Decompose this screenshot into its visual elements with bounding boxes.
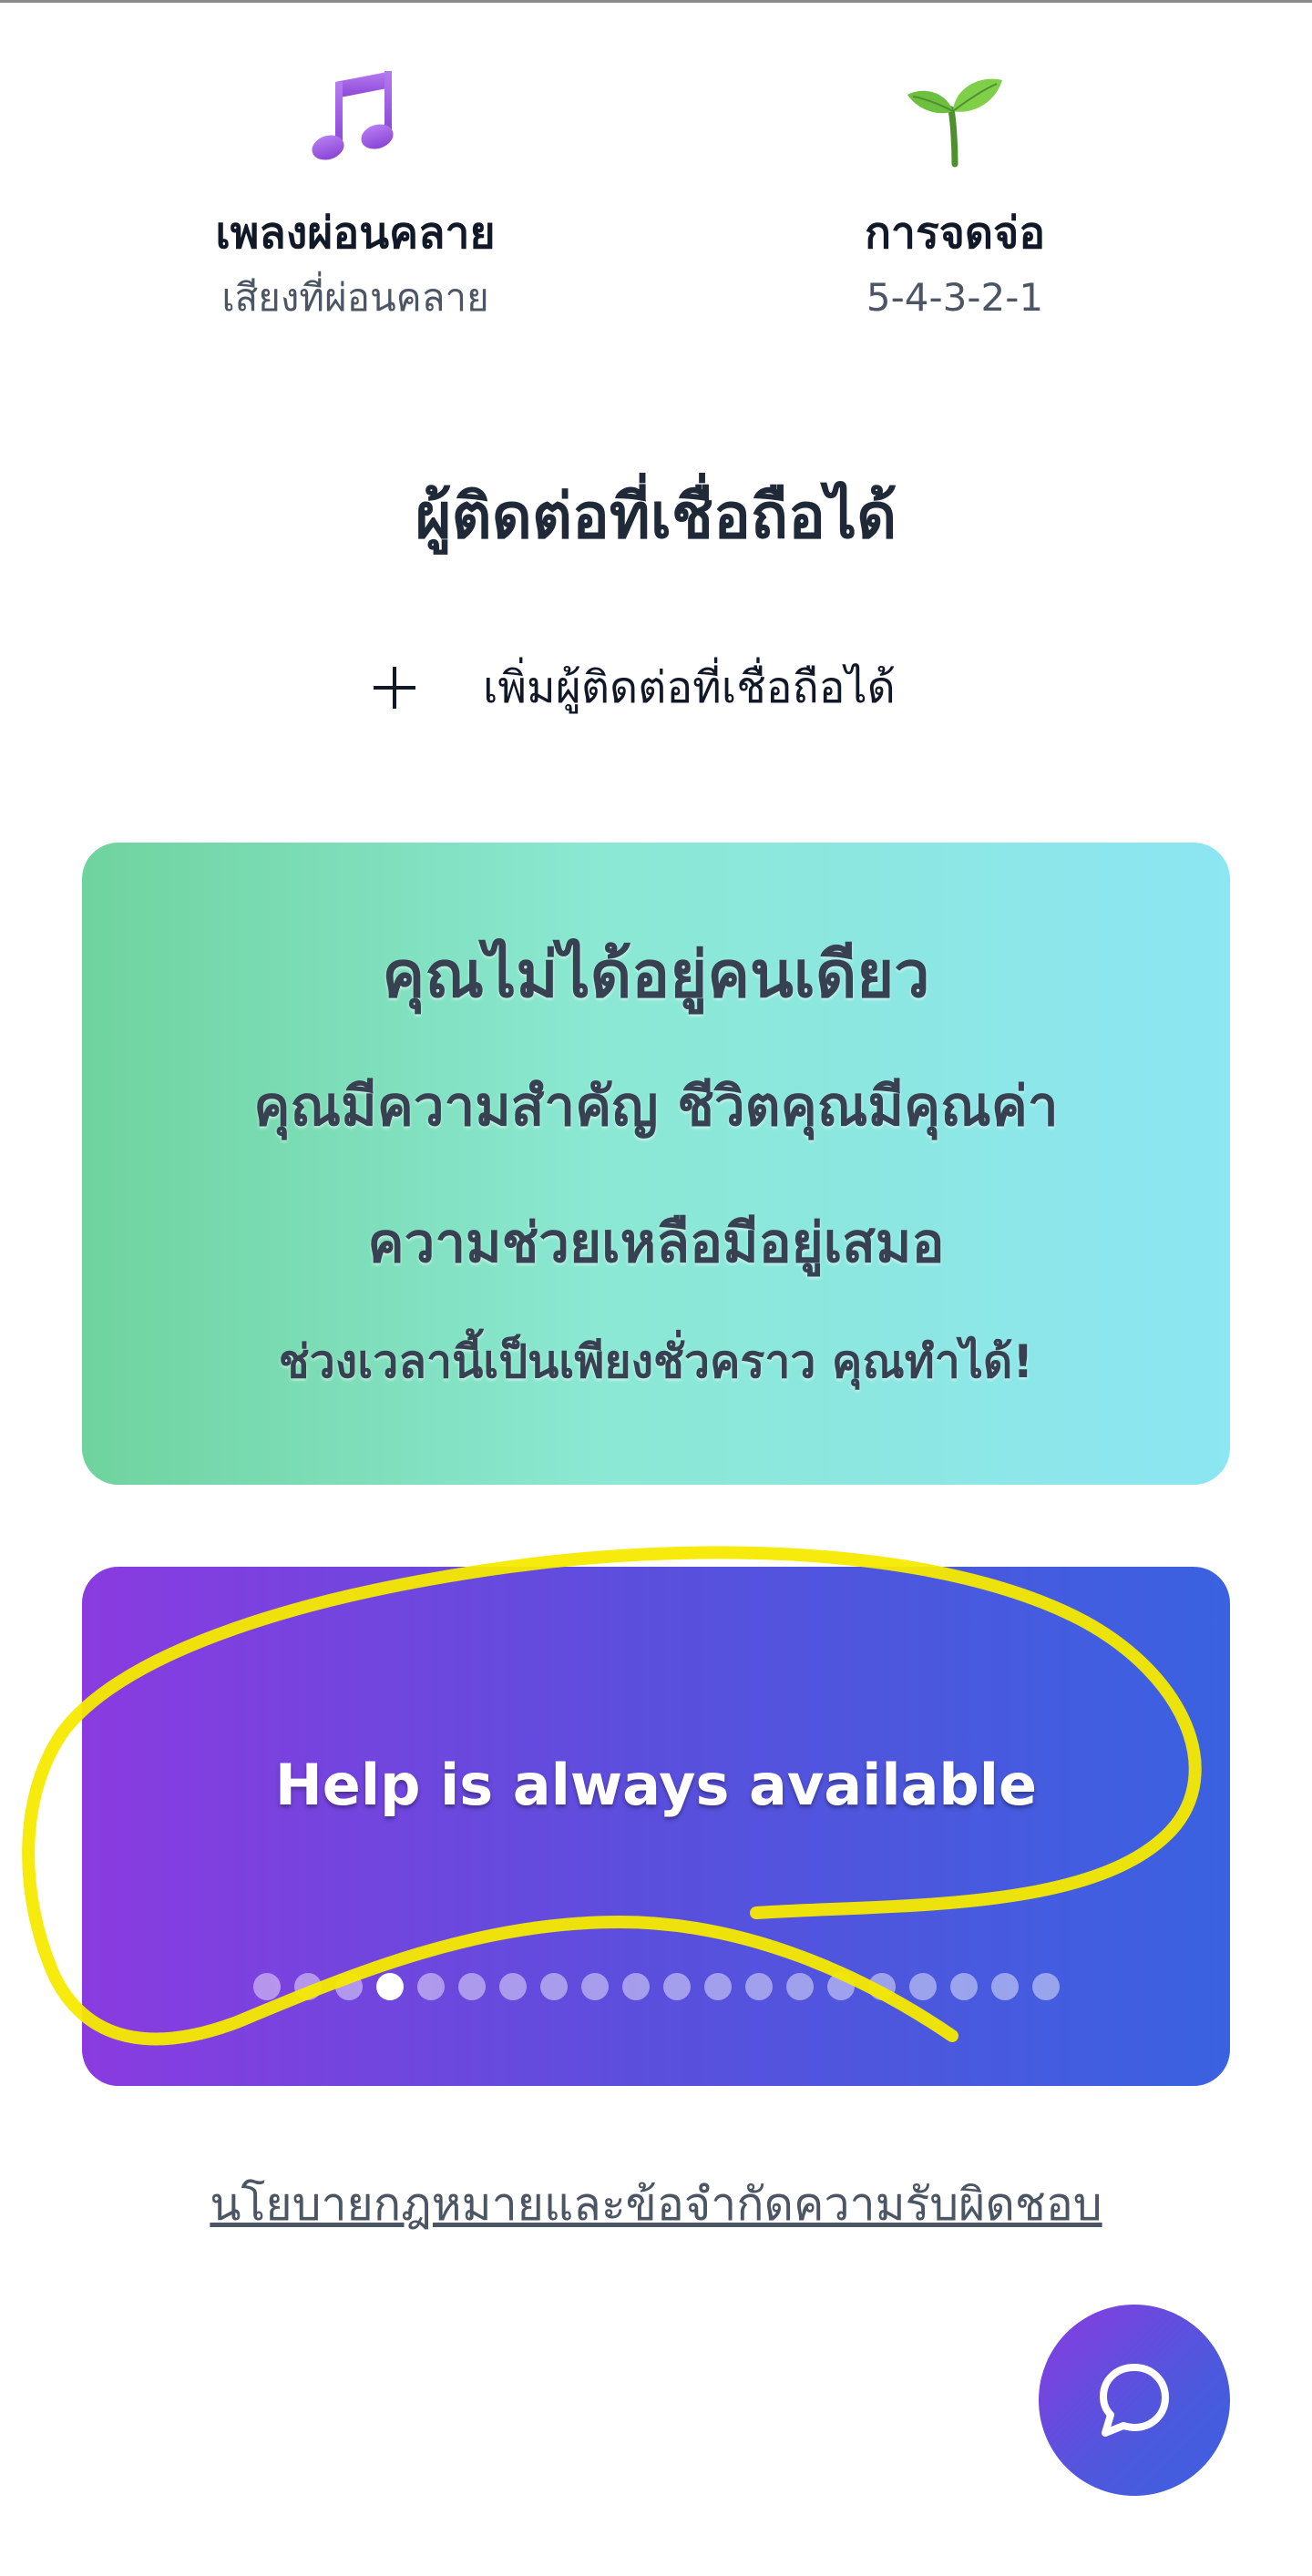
- music-tool-title: เพลงผ่อนคลาย: [215, 208, 496, 259]
- grounding-tool-title: การจดจ่อ: [864, 208, 1046, 259]
- carousel-dot[interactable]: [499, 1973, 527, 2000]
- carousel-dot[interactable]: [458, 1973, 486, 2000]
- carousel-dot[interactable]: [868, 1973, 896, 2000]
- carousel-dot[interactable]: [294, 1973, 322, 2000]
- seedling-icon: [907, 78, 1002, 168]
- relaxing-music-tool[interactable]: เพลงผ่อนคลาย เสียงที่ผ่อนคลาย: [164, 64, 547, 322]
- carousel-dot[interactable]: [581, 1973, 609, 2000]
- chat-button[interactable]: [1039, 2305, 1230, 2496]
- trusted-contacts-title: ผู้ติดต่อที่เชื่อถือได้: [415, 481, 897, 553]
- carousel-dot[interactable]: [827, 1973, 855, 2000]
- support-line-1: คุณไม่ได้อยู่คนเดียว: [382, 937, 930, 1012]
- support-message-card: คุณไม่ได้อยู่คนเดียว คุณมีความสำคัญ ชีวิ…: [82, 843, 1230, 1485]
- support-line-2: คุณมีความสำคัญ ชีวิตคุณมีคุณค่า: [253, 1075, 1059, 1139]
- carousel-dot[interactable]: [417, 1973, 445, 2000]
- carousel-dot[interactable]: [1032, 1973, 1060, 2000]
- carousel-dot[interactable]: [622, 1973, 650, 2000]
- plus-icon: [374, 667, 415, 709]
- grounding-tool-subtitle: 5-4-3-2-1: [866, 275, 1044, 320]
- carousel-dot[interactable]: [745, 1973, 773, 2000]
- carousel-dot-active[interactable]: [376, 1973, 404, 2000]
- legal-policy-link[interactable]: นโยบายกฎหมายและข้อจำกัดความรับผิดชอบ: [0, 2172, 1312, 2236]
- help-carousel-card[interactable]: Help is always available: [82, 1567, 1230, 2086]
- carousel-dot[interactable]: [950, 1973, 978, 2000]
- carousel-message: Help is always available: [274, 1752, 1038, 1818]
- carousel-dot[interactable]: [540, 1973, 568, 2000]
- carousel-pagination: [253, 1973, 1060, 2000]
- support-line-3: ความช่วยเหลือมีอยู่เสมอ: [367, 1211, 945, 1275]
- carousel-dot[interactable]: [786, 1973, 814, 2000]
- support-line-4: ช่วงเวลานี้เป็นเพียงชั่วคราว คุณทำได้!: [278, 1335, 1034, 1388]
- carousel-dot[interactable]: [704, 1973, 732, 2000]
- top-divider: [0, 0, 1312, 3]
- music-notes-icon: [312, 71, 394, 160]
- grounding-tool[interactable]: การจดจ่อ 5-4-3-2-1: [764, 64, 1146, 322]
- carousel-dot[interactable]: [663, 1973, 691, 2000]
- music-tool-subtitle: เสียงที่ผ่อนคลาย: [221, 275, 489, 320]
- add-trusted-contact-button[interactable]: เพิ่มผู้ติดต่อที่เชื่อถือได้: [374, 651, 896, 724]
- carousel-dot[interactable]: [335, 1973, 363, 2000]
- chat-bubble-icon: [1100, 2364, 1169, 2437]
- carousel-dot[interactable]: [253, 1973, 281, 2000]
- carousel-dot[interactable]: [991, 1973, 1019, 2000]
- add-contact-label: เพิ่มผู้ติดต่อที่เชื่อถือได้: [483, 662, 896, 713]
- carousel-dot[interactable]: [909, 1973, 937, 2000]
